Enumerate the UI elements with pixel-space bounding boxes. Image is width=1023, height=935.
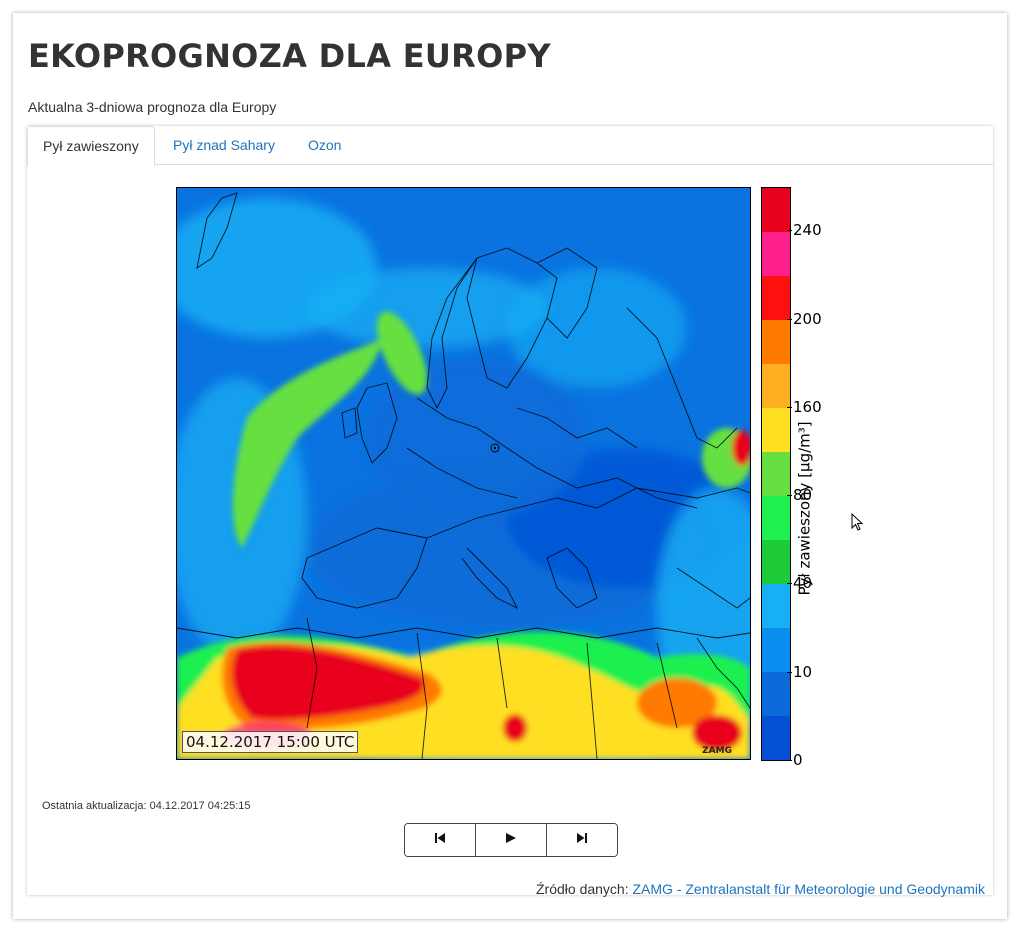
colorbar-band [762,232,790,276]
colorbar-band [762,364,790,408]
colorbar-tick: 200 [787,310,822,328]
colorbar-band [762,716,790,760]
data-source: Źródło danych: ZAMG - Zentralanstalt für… [536,881,985,897]
tab-bar: Pył zawieszony Pył znad Sahary Ozon [27,126,993,166]
page-title: EKOPROGNOZA DLA EUROPY [28,37,551,75]
colorbar-band [762,320,790,364]
colorbar-tick: 240 [787,221,822,239]
colorbar [761,187,791,761]
colorbar-label: Pył zawieszony [µg/m³] [795,421,814,596]
forecast-panel: Pył zawieszony Pył znad Sahary Ozon 04.1… [27,126,993,897]
colorbar-band [762,496,790,540]
page-subtitle: Aktualna 3-dniowa prognoza dla Europy [28,99,277,115]
colorbar-tick: 160 [787,398,822,416]
zamg-watermark: ZAMG [702,746,732,756]
colorbar-band [762,408,790,452]
source-prefix: Źródło danych: [536,881,629,897]
colorbar-band [762,540,790,584]
forecast-map: 04.12.2017 15:00 UTC ZAMG [176,187,751,760]
play-button[interactable] [475,824,546,856]
page-container: EKOPROGNOZA DLA EUROPY Aktualna 3-dniowa… [13,13,1007,919]
next-button[interactable] [546,824,617,856]
tab-pyl-znad-sahary[interactable]: Pył znad Sahary [158,126,290,164]
colorbar-tick: 0 [787,751,803,769]
source-link[interactable]: ZAMG - Zentralanstalt für Meteorologie u… [633,881,986,897]
play-icon [505,831,517,849]
colorbar-band [762,672,790,716]
playback-controls [404,823,618,857]
mouse-cursor-icon [851,512,864,536]
colorbar-band [762,628,790,672]
previous-button[interactable] [405,824,475,856]
colorbar-band [762,276,790,320]
skip-previous-icon [434,831,446,849]
map-timestamp: 04.12.2017 15:00 UTC [182,731,359,753]
colorbar-band [762,452,790,496]
tab-ozon[interactable]: Ozon [293,126,356,164]
tab-pyl-zawieszony[interactable]: Pył zawieszony [27,126,155,166]
colorbar-tick: 10 [786,663,813,681]
colorbar-band [762,188,790,232]
skip-next-icon [576,831,588,849]
map-image [177,188,750,759]
colorbar-band [762,584,790,628]
last-update-text: Ostatnia aktualizacja: 04.12.2017 04:25:… [42,800,251,812]
